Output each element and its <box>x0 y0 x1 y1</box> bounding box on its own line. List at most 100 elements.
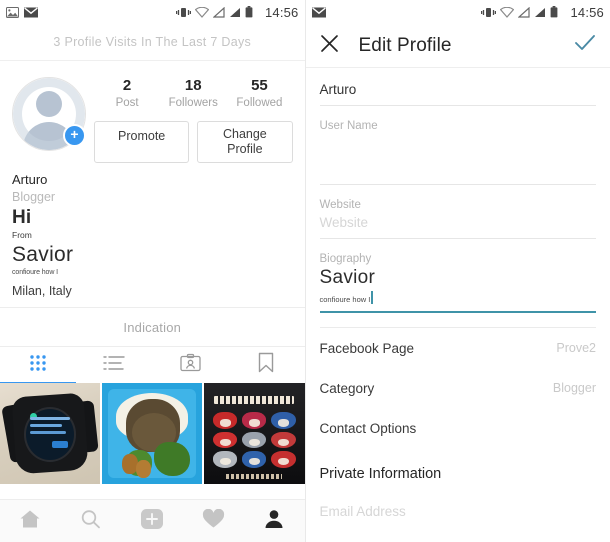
bookmark-icon <box>258 352 274 378</box>
username-input[interactable] <box>320 134 597 184</box>
stat-followers-number: 18 <box>184 77 202 94</box>
stat-followed-number: 55 <box>251 77 268 94</box>
stat-followed-label: Followed <box>236 97 283 109</box>
battery-icon <box>550 6 558 18</box>
stat-followers-label: Followers <box>168 97 218 109</box>
tongue-logo <box>242 431 267 449</box>
grid-icon <box>28 353 48 378</box>
profile-stats-and-actions: 2 Post 18 Followers 55 Followed Promote <box>84 73 293 163</box>
add-photo-badge[interactable]: + <box>63 124 86 147</box>
email-input[interactable]: Email Address <box>320 502 597 527</box>
stat-posts[interactable]: 2 Post <box>94 77 160 109</box>
nav-activity[interactable] <box>183 508 244 534</box>
sidebar-item-grid-tab[interactable] <box>0 347 76 383</box>
check-icon[interactable] <box>574 34 596 57</box>
biography-value-line1[interactable]: Savior <box>320 267 597 289</box>
nav-search[interactable] <box>61 509 122 534</box>
photo-bento[interactable] <box>102 383 203 484</box>
vibrate-icon <box>175 7 191 18</box>
text-caret <box>371 291 373 304</box>
edit-profile-header: Edit Profile <box>305 24 610 68</box>
tongue-logo <box>271 431 296 449</box>
wifi-icon <box>500 6 515 18</box>
bio-line-hi: Hi <box>12 207 32 228</box>
heart-icon <box>202 508 225 534</box>
stat-followed[interactable]: 55 Followed <box>226 77 292 109</box>
biography-value-line2[interactable]: confioure how I <box>320 294 371 306</box>
indication-row[interactable]: Indication <box>0 308 305 346</box>
stat-posts-number: 2 <box>122 77 132 94</box>
username-label: User Name <box>319 120 378 132</box>
photo-smartwatch[interactable] <box>0 383 101 484</box>
indication-label: Indication <box>123 319 182 335</box>
row-contact-options[interactable]: Contact Options <box>320 408 597 448</box>
profile-visits-banner[interactable]: 3 Profile Visits In The Last 7 Days <box>0 24 305 61</box>
photo-tshirt-footer-text <box>226 473 283 479</box>
photo-smartwatch-button <box>52 440 69 448</box>
search-icon <box>80 509 102 534</box>
profile-screen: 14:56 3 Profile Visits In The Last 7 Day… <box>0 0 306 542</box>
profile-action-buttons: Promote Change Profile <box>94 121 293 163</box>
field-name[interactable]: Arturo <box>319 68 597 106</box>
nav-profile[interactable] <box>244 509 305 534</box>
facebook-page-label: Facebook Page <box>319 340 415 356</box>
avatar[interactable]: + <box>12 77 86 151</box>
row-category[interactable]: Category Blogger <box>320 368 597 408</box>
tongue-logo <box>242 412 267 429</box>
status-bar-left: 14:56 <box>0 0 305 24</box>
battery-icon <box>245 6 253 18</box>
status-time: 14:56 <box>570 4 604 20</box>
nav-home[interactable] <box>0 509 61 534</box>
status-time: 14:56 <box>264 4 299 20</box>
profile-bio: Arturo Blogger Hi From Savior confioure … <box>0 163 305 307</box>
promote-button[interactable]: Promote <box>94 121 190 163</box>
website-input[interactable]: Website <box>320 213 597 238</box>
add-post-icon <box>140 508 164 535</box>
envelope-icon <box>24 6 38 18</box>
tongue-logo <box>213 431 238 449</box>
tongue-logo <box>242 451 267 468</box>
page-title: Edit Profile <box>358 34 452 56</box>
wifi-icon <box>194 6 209 18</box>
signal-2-icon <box>534 7 546 18</box>
biography-label: Biography <box>319 253 372 265</box>
bio-line-micro: confioure how I <box>12 269 58 276</box>
bio-location: Milan, Italy <box>12 284 72 298</box>
bio-name: Arturo <box>12 172 48 187</box>
sidebar-item-tagged-tab[interactable] <box>152 347 228 383</box>
field-username[interactable]: User Name <box>319 106 597 185</box>
field-biography[interactable]: Biography Savior confioure how I <box>319 239 597 313</box>
tongue-logo <box>213 451 238 468</box>
status-bar-right: 14:56 <box>305 0 610 24</box>
sidebar-item-saved-tab[interactable] <box>228 347 304 383</box>
edit-profile-screen: 14:56 Edit Profile Arturo User Name Webs… <box>305 0 610 542</box>
signal-1-icon <box>518 6 531 18</box>
dual-screenshot: 14:56 3 Profile Visits In The Last 7 Day… <box>0 0 610 542</box>
biography-underline <box>319 311 596 313</box>
close-icon[interactable] <box>320 34 339 58</box>
profile-icon <box>264 509 284 534</box>
photo-tshirt[interactable] <box>204 383 305 484</box>
photo-bento-fritter-2 <box>136 459 152 478</box>
private-information-heading: Private Information <box>319 465 442 482</box>
bio-category: Blogger <box>12 190 56 204</box>
field-website[interactable]: Website Website <box>319 185 597 239</box>
website-label: Website <box>319 199 361 211</box>
nav-add-post[interactable] <box>122 508 183 535</box>
row-facebook-page[interactable]: Facebook Page Prove2 <box>320 328 597 368</box>
stats-row: 2 Post 18 Followers 55 Followed <box>94 73 293 111</box>
name-input[interactable]: Arturo <box>320 80 597 105</box>
change-profile-label-line1: Change <box>222 127 267 141</box>
category-label: Category <box>319 380 375 396</box>
signal-1-icon <box>212 6 225 18</box>
stat-followers[interactable]: 18 Followers <box>160 77 226 109</box>
tongue-logo <box>213 412 238 429</box>
change-profile-button[interactable]: Change Profile <box>197 121 293 163</box>
field-email[interactable]: Email Address <box>320 490 597 542</box>
envelope-icon <box>311 6 326 18</box>
change-profile-label-line2: Profile <box>227 142 263 156</box>
bio-line-from: From <box>12 230 32 240</box>
photo-grid <box>0 383 305 484</box>
edit-profile-form: Arturo User Name Website Website Biograp… <box>306 68 610 542</box>
sidebar-item-list-tab[interactable] <box>76 347 152 383</box>
